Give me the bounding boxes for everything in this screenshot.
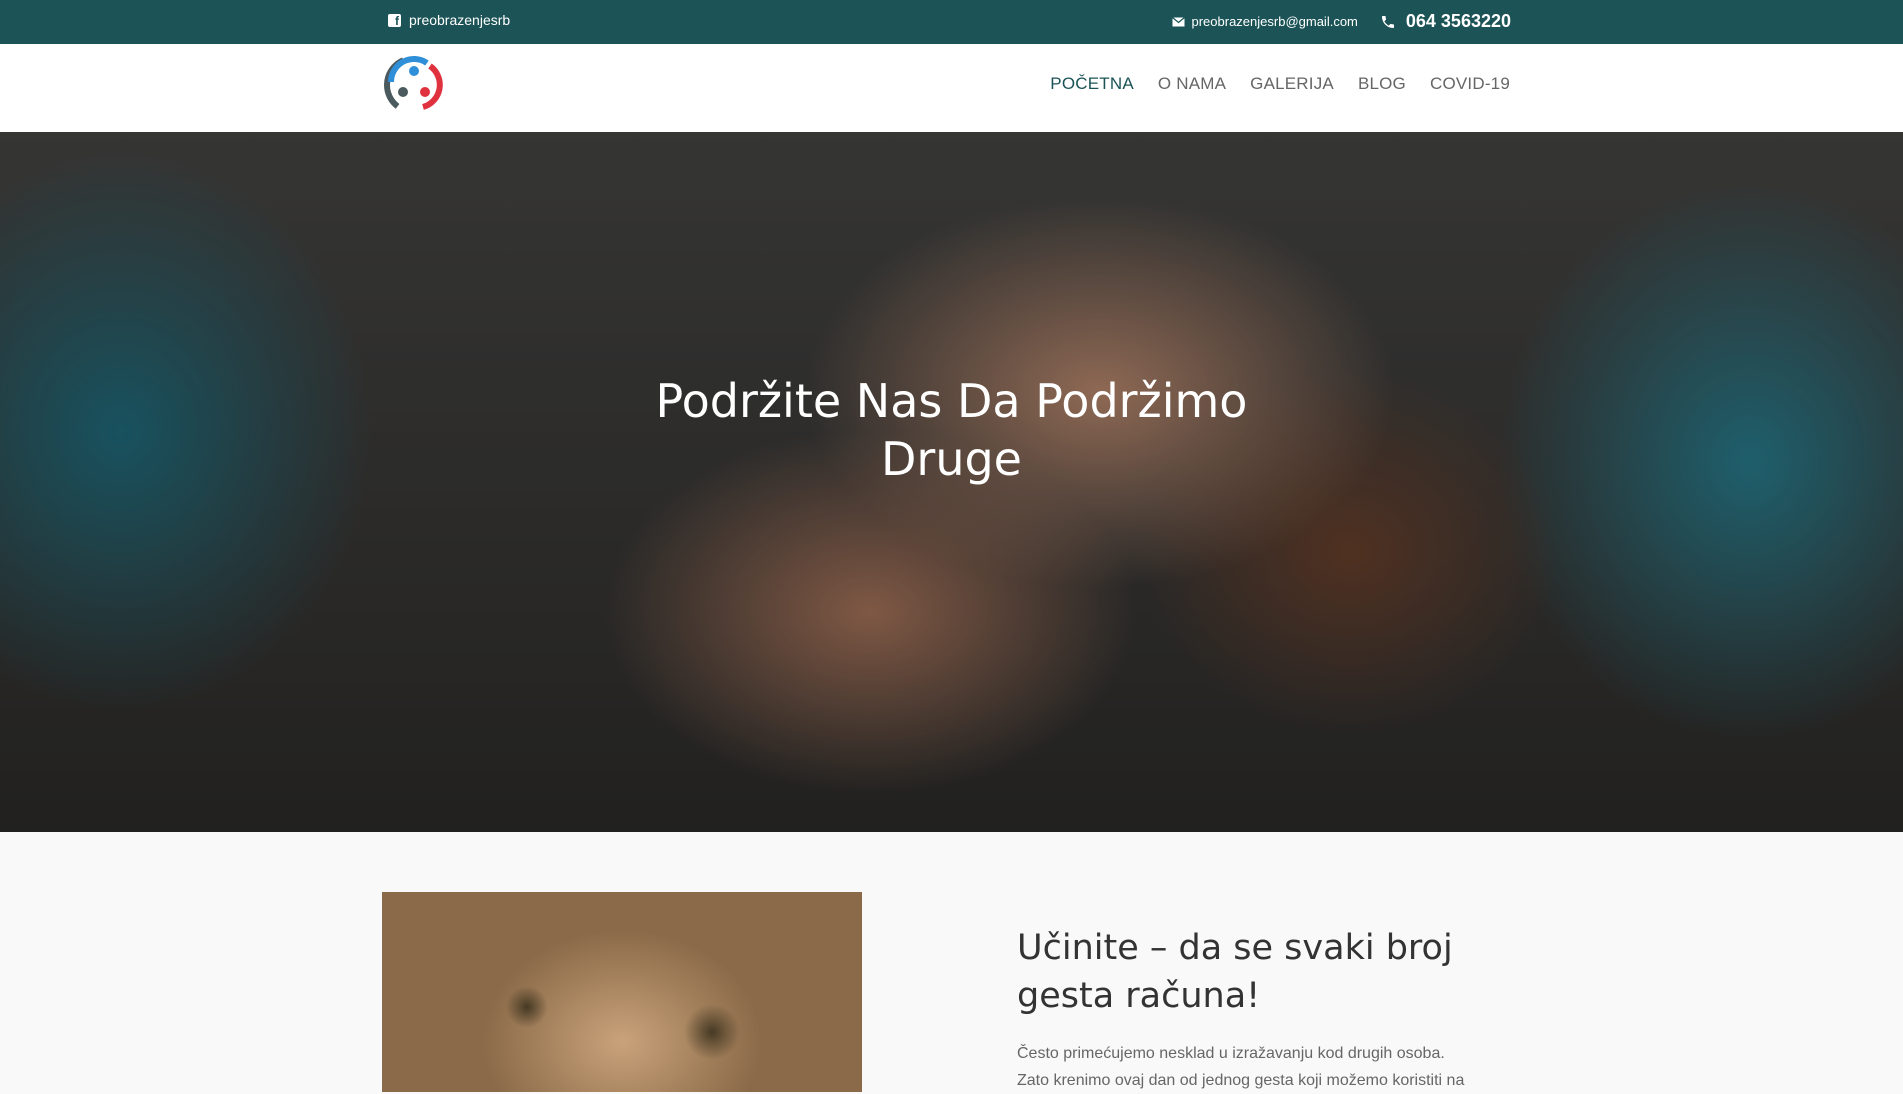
intro-text: Učinite – da se svaki broj gesta računa!…: [1017, 924, 1477, 1094]
elderly-man-photo: [382, 892, 862, 1092]
top-bar: f preobrazenjesrb preobrazenjesrb@gmail.…: [0, 0, 1903, 44]
hero-banner: Podržite Nas Da Podržimo Druge: [0, 132, 1903, 832]
hero-title-line1: Podržite Nas Da Podržimo: [655, 374, 1248, 428]
envelope-icon: [1171, 16, 1185, 26]
nav-item-blog[interactable]: BLOG: [1358, 74, 1406, 94]
nav-item-galerija[interactable]: GALERIJA: [1250, 74, 1334, 94]
phone-icon: [1381, 15, 1394, 28]
section-heading-line1: Učinite – da se svaki broj: [1017, 928, 1453, 968]
hero-title-line2: Druge: [881, 432, 1022, 486]
intro-section: Učinite – da se svaki broj gesta računa!…: [0, 832, 1903, 1092]
facebook-icon: f: [388, 13, 401, 28]
email-text: preobrazenjesrb@gmail.com: [1191, 14, 1358, 29]
nav-item-o-nama[interactable]: O NAMA: [1158, 74, 1226, 94]
nav-item-pocetna[interactable]: POČETNA: [1050, 74, 1134, 94]
nav-item-covid-19[interactable]: COVID-19: [1430, 74, 1510, 94]
logo[interactable]: [383, 54, 445, 116]
section-heading: Učinite – da se svaki broj gesta računa!: [1017, 924, 1477, 1020]
hero-title: Podržite Nas Da Podržimo Druge: [0, 372, 1903, 488]
phone-link[interactable]: 064 3563220: [1380, 11, 1511, 32]
section-paragraph: Često primećujemo nesklad u izražavanju …: [1017, 1045, 1465, 1089]
primary-nav: POČETNA O NAMA GALERIJA BLOG COVID-19: [1050, 74, 1510, 94]
email-link[interactable]: preobrazenjesrb@gmail.com: [1171, 14, 1358, 29]
facebook-link[interactable]: f preobrazenjesrb: [388, 12, 510, 28]
section-heading-line2: gesta računa!: [1017, 976, 1261, 1016]
phone-text: 064 3563220: [1405, 11, 1511, 31]
main-header: POČETNA O NAMA GALERIJA BLOG COVID-19: [0, 44, 1903, 132]
facebook-label: preobrazenjesrb: [409, 12, 511, 28]
contact-info: preobrazenjesrb@gmail.com 064 3563220: [1171, 11, 1511, 32]
